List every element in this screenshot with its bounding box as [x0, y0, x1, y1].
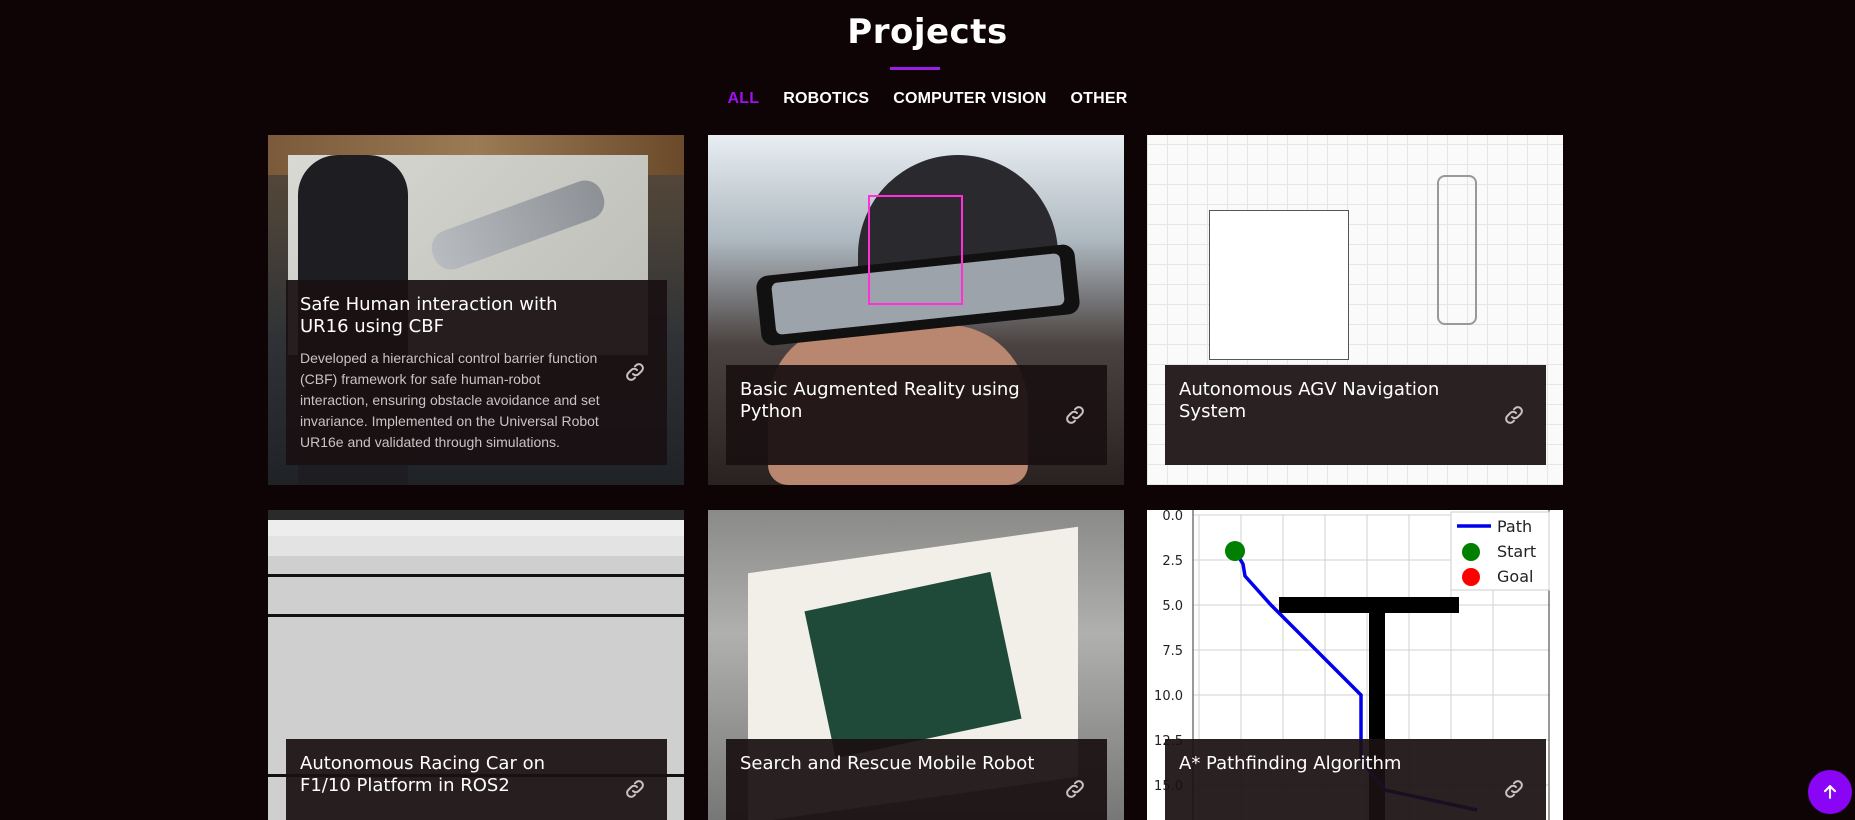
filter-other[interactable]: OTHER: [1070, 90, 1127, 108]
project-info-ar: Basic Augmented Reality using Python: [726, 365, 1107, 465]
link-icon[interactable]: [1502, 403, 1526, 427]
legend-goal: Goal: [1497, 567, 1533, 586]
project-info-ur16: Safe Human interaction with UR16 using C…: [286, 280, 667, 465]
project-info-f110: Autonomous Racing Car on F1/10 Platform …: [286, 739, 667, 820]
project-title: Search and Rescue Mobile Robot: [740, 753, 1035, 774]
ytick: 0.0: [1162, 510, 1183, 524]
project-info-agv: Autonomous AGV Navigation System: [1165, 365, 1546, 465]
ytick: 5.0: [1162, 599, 1183, 614]
link-icon[interactable]: [1502, 777, 1526, 801]
project-title: Basic Augmented Reality using Python: [740, 379, 1020, 422]
filter-robotics[interactable]: ROBOTICS: [783, 90, 869, 108]
project-info-rescue: Search and Rescue Mobile Robot: [726, 739, 1107, 820]
project-title: Safe Human interaction with UR16 using C…: [300, 294, 558, 337]
project-card-f110[interactable]: Autonomous Racing Car on F1/10 Platform …: [268, 510, 684, 820]
link-icon[interactable]: [1063, 403, 1087, 427]
ytick: 2.5: [1162, 554, 1183, 569]
project-description: Developed a hierarchical control barrier…: [300, 350, 600, 450]
legend-start: Start: [1497, 542, 1536, 561]
filter-all[interactable]: ALL: [728, 90, 760, 108]
project-card-astar[interactable]: 0.0 2.5 5.0 7.5 10.0 12.5 15.0 Path Star…: [1147, 510, 1563, 820]
link-icon[interactable]: [623, 777, 647, 801]
title-underline: [890, 67, 940, 70]
filter-computer-vision[interactable]: COMPUTER VISION: [893, 90, 1046, 108]
project-filters: ALL ROBOTICS COMPUTER VISION OTHER: [0, 90, 1855, 108]
section-title: Projects: [847, 12, 1008, 52]
ytick: 10.0: [1154, 689, 1183, 704]
legend-path: Path: [1497, 517, 1532, 536]
project-card-agv[interactable]: Autonomous AGV Navigation System: [1147, 135, 1563, 485]
ytick: 7.5: [1162, 644, 1183, 659]
project-card-ur16[interactable]: Safe Human interaction with UR16 using C…: [268, 135, 684, 485]
project-info-astar: A* Pathfinding Algorithm: [1165, 739, 1546, 820]
back-to-top-button[interactable]: [1808, 770, 1852, 814]
link-icon[interactable]: [623, 360, 647, 384]
arrow-up-icon: [1820, 782, 1840, 802]
project-title: Autonomous Racing Car on F1/10 Platform …: [300, 753, 546, 796]
project-card-rescue[interactable]: Search and Rescue Mobile Robot: [708, 510, 1124, 820]
project-title: A* Pathfinding Algorithm: [1179, 753, 1402, 774]
project-card-ar[interactable]: Basic Augmented Reality using Python: [708, 135, 1124, 485]
project-title: Autonomous AGV Navigation System: [1179, 379, 1440, 422]
link-icon[interactable]: [1063, 777, 1087, 801]
